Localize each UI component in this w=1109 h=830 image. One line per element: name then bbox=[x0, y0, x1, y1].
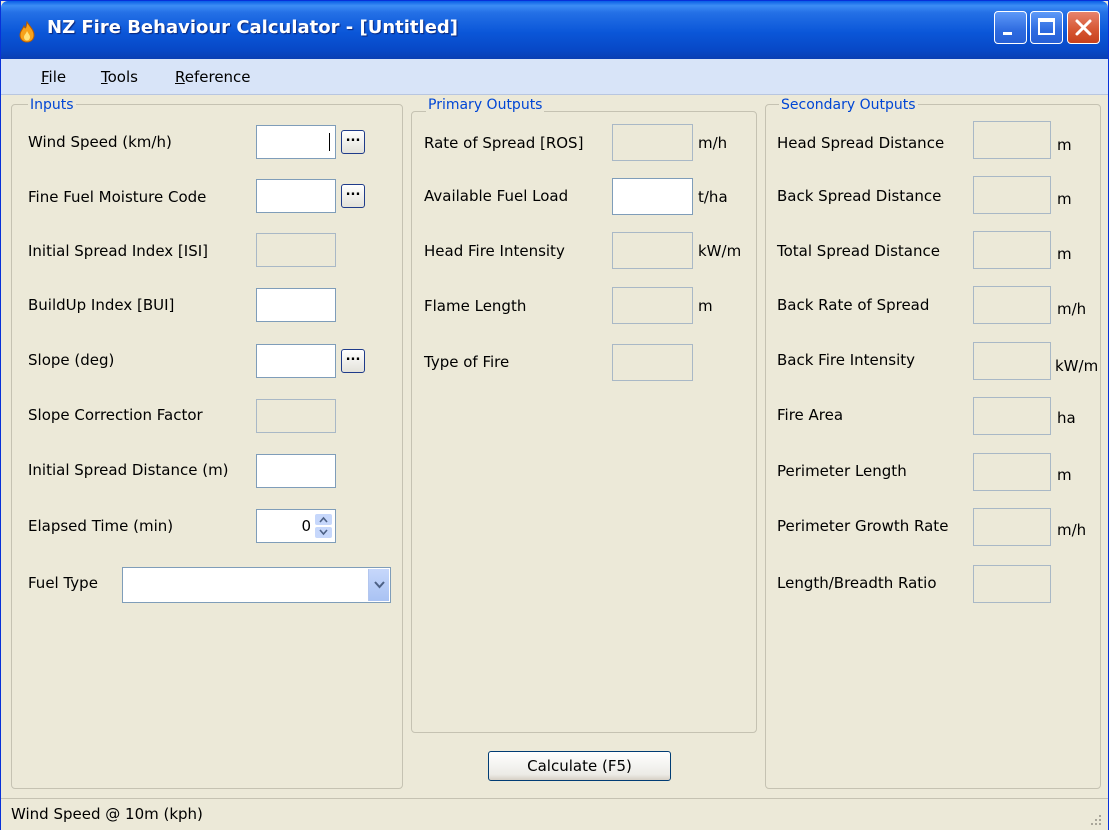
fuel-type-select[interactable] bbox=[122, 567, 391, 603]
back-ros-output bbox=[973, 286, 1051, 324]
fuel-load-unit: t/ha bbox=[698, 188, 728, 206]
secondary-outputs-title: Secondary Outputs bbox=[779, 97, 918, 113]
elapsed-label: Elapsed Time (min) bbox=[28, 517, 174, 535]
inputs-group-title: Inputs bbox=[28, 97, 76, 113]
maximize-button[interactable] bbox=[1030, 11, 1063, 44]
fire-type-output bbox=[612, 344, 693, 381]
fire-area-unit: ha bbox=[1057, 409, 1076, 427]
flame-length-unit: m bbox=[698, 297, 713, 315]
perimeter-label: Perimeter Length bbox=[777, 462, 907, 480]
status-text: Wind Speed @ 10m (kph) bbox=[11, 805, 203, 823]
close-button[interactable] bbox=[1067, 11, 1100, 44]
flame-icon bbox=[19, 21, 35, 43]
maximize-icon bbox=[1038, 18, 1055, 35]
head-dist-unit: m bbox=[1057, 136, 1072, 154]
app-window: NZ Fire Behaviour Calculator - [Untitled… bbox=[0, 0, 1109, 830]
fuel-load-label: Available Fuel Load bbox=[424, 187, 569, 205]
menu-bar: File Tools Reference bbox=[1, 59, 1108, 95]
head-dist-label: Head Spread Distance bbox=[777, 134, 945, 152]
hfi-label: Head Fire Intensity bbox=[424, 242, 565, 260]
wind-speed-label: Wind Speed (km/h) bbox=[28, 133, 172, 151]
elapsed-stepper[interactable]: 0 bbox=[256, 509, 336, 543]
hfi-unit: kW/m bbox=[698, 242, 742, 260]
ros-output bbox=[612, 124, 693, 161]
slope-cf-output bbox=[256, 399, 336, 433]
menu-reference[interactable]: Reference bbox=[175, 68, 251, 86]
back-ros-label: Back Rate of Spread bbox=[777, 296, 930, 314]
fire-area-output bbox=[973, 397, 1051, 435]
ros-unit: m/h bbox=[698, 134, 728, 152]
isd-label: Initial Spread Distance (m) bbox=[28, 461, 229, 479]
total-dist-output bbox=[973, 231, 1051, 269]
ffmc-ellipsis-button[interactable]: ... bbox=[341, 184, 365, 208]
isd-input[interactable] bbox=[256, 454, 336, 488]
fuel-load-input[interactable] bbox=[612, 178, 693, 215]
fire-area-label: Fire Area bbox=[777, 406, 844, 424]
hfi-output bbox=[612, 232, 693, 269]
wind-speed-input[interactable] bbox=[256, 125, 336, 159]
isi-label: Initial Spread Index [ISI] bbox=[28, 242, 208, 260]
isi-output bbox=[256, 233, 336, 267]
bui-input[interactable] bbox=[256, 288, 336, 322]
resize-grip-icon[interactable] bbox=[1090, 814, 1102, 826]
back-ros-unit: m/h bbox=[1057, 300, 1087, 318]
back-dist-output bbox=[973, 176, 1051, 214]
menu-tools[interactable]: Tools bbox=[101, 68, 138, 86]
perim-growth-unit: m/h bbox=[1057, 521, 1087, 539]
slope-input[interactable] bbox=[256, 344, 336, 378]
back-fi-label: Back Fire Intensity bbox=[777, 351, 916, 369]
fuel-type-dropdown-button[interactable] bbox=[368, 569, 389, 601]
calculate-button[interactable]: Calculate (F5) bbox=[488, 751, 671, 781]
back-fi-output bbox=[973, 342, 1051, 380]
status-bar: Wind Speed @ 10m (kph) bbox=[1, 798, 1108, 830]
elapsed-value: 0 bbox=[301, 517, 311, 535]
back-dist-label: Back Spread Distance bbox=[777, 187, 942, 205]
fire-type-label: Type of Fire bbox=[424, 353, 510, 371]
primary-outputs-title: Primary Outputs bbox=[426, 97, 545, 113]
bui-label: BuildUp Index [BUI] bbox=[28, 296, 175, 314]
lb-ratio-label: Length/Breadth Ratio bbox=[777, 574, 937, 592]
minimize-button[interactable] bbox=[994, 11, 1027, 44]
text-cursor bbox=[329, 133, 330, 151]
ffmc-input[interactable] bbox=[256, 179, 336, 213]
stepper-arrows-icon[interactable] bbox=[315, 514, 332, 538]
menu-file[interactable]: File bbox=[41, 68, 66, 86]
title-bar[interactable]: NZ Fire Behaviour Calculator - [Untitled… bbox=[1, 1, 1108, 59]
minimize-icon bbox=[1003, 32, 1012, 35]
close-icon bbox=[1075, 19, 1092, 36]
perimeter-output bbox=[973, 453, 1051, 491]
total-dist-unit: m bbox=[1057, 245, 1072, 263]
wind-speed-ellipsis-button[interactable]: ... bbox=[341, 130, 365, 154]
back-fi-unit: kW/m bbox=[1055, 357, 1099, 375]
slope-label: Slope (deg) bbox=[28, 351, 115, 369]
flame-length-label: Flame Length bbox=[424, 297, 527, 315]
ffmc-label: Fine Fuel Moisture Code bbox=[28, 188, 207, 206]
window-title: NZ Fire Behaviour Calculator - [Untitled… bbox=[47, 17, 459, 38]
head-dist-output bbox=[973, 121, 1051, 159]
slope-ellipsis-button[interactable]: ... bbox=[341, 349, 365, 373]
ros-label: Rate of Spread [ROS] bbox=[424, 134, 584, 152]
fuel-type-label: Fuel Type bbox=[28, 574, 98, 592]
lb-ratio-output bbox=[973, 565, 1051, 603]
back-dist-unit: m bbox=[1057, 190, 1072, 208]
perim-growth-label: Perimeter Growth Rate bbox=[777, 517, 949, 535]
perim-growth-output bbox=[973, 508, 1051, 546]
flame-length-output bbox=[612, 287, 693, 324]
slope-cf-label: Slope Correction Factor bbox=[28, 406, 203, 424]
chevron-down-icon bbox=[374, 581, 385, 589]
total-dist-label: Total Spread Distance bbox=[777, 242, 940, 260]
perimeter-unit: m bbox=[1057, 466, 1072, 484]
